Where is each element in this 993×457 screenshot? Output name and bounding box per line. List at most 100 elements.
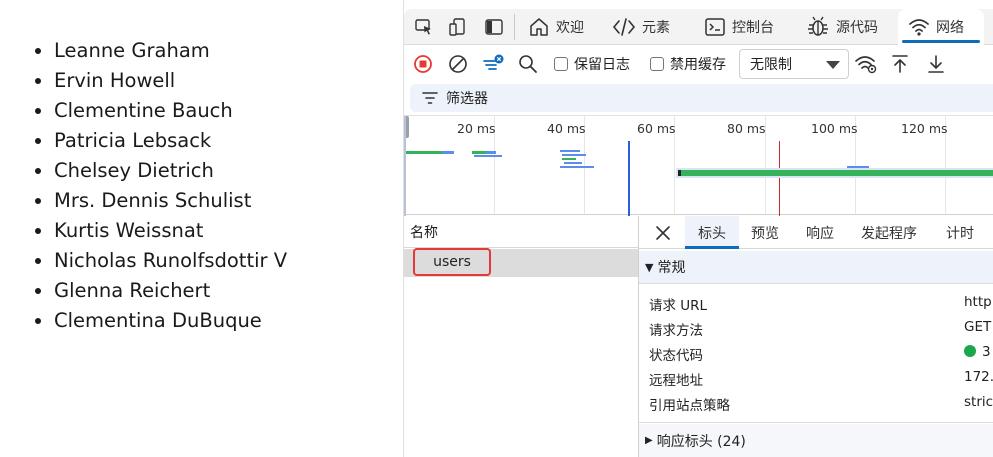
general-section-toggle[interactable]: ▼ 常规 xyxy=(639,251,993,283)
list-item: Leanne Graham xyxy=(54,36,287,66)
tab-network[interactable]: 网络 xyxy=(898,9,984,45)
tab-sources[interactable]: 源代码 xyxy=(806,9,878,45)
timeline-tick: 100 ms xyxy=(811,121,858,136)
request-name-users[interactable]: users xyxy=(413,248,491,276)
filter-bar[interactable]: 筛选器 xyxy=(410,84,993,112)
section-divider xyxy=(639,422,993,423)
user-list: Leanne Graham Ervin Howell Clementine Ba… xyxy=(54,36,287,336)
checkbox-box[interactable] xyxy=(650,57,664,71)
field-value-status: 3 xyxy=(964,344,991,360)
waterfall-bar xyxy=(564,162,582,164)
record-icon xyxy=(414,55,432,73)
field-label: 请求方法 xyxy=(649,323,703,339)
chevron-down-icon xyxy=(826,61,840,69)
code-icon xyxy=(612,18,636,36)
waterfall-bar-users xyxy=(678,170,993,176)
timeline-tick: 60 ms xyxy=(637,121,676,136)
clear-button[interactable] xyxy=(448,46,468,82)
dock-side-icon[interactable] xyxy=(480,9,508,45)
tab-console[interactable]: 控制台 xyxy=(704,9,774,45)
list-item: Glenna Reichert xyxy=(54,276,287,306)
filter-placeholder: 筛选器 xyxy=(446,91,488,107)
close-icon[interactable] xyxy=(649,216,677,249)
bug-icon xyxy=(808,16,828,36)
field-label: 远程地址 xyxy=(649,373,703,389)
waterfall-bar xyxy=(560,150,580,152)
list-item: Ervin Howell xyxy=(54,66,287,96)
console-icon xyxy=(705,18,725,36)
field-label: 状态代码 xyxy=(649,348,703,364)
waterfall-bar xyxy=(562,154,586,156)
upload-icon xyxy=(892,55,908,73)
wifi-icon xyxy=(909,19,929,36)
section-divider xyxy=(639,283,993,284)
stop-recording-button[interactable] xyxy=(413,46,433,82)
preserve-log-checkbox[interactable]: 保留日志 xyxy=(554,46,630,82)
tab-timing[interactable]: 计时 xyxy=(946,216,974,249)
home-icon xyxy=(530,18,548,36)
list-item: Clementina DuBuque xyxy=(54,306,287,336)
timeline-tick: 20 ms xyxy=(457,121,496,136)
list-item: Nicholas Runolfsdottir V xyxy=(54,246,287,276)
network-conditions-button[interactable] xyxy=(854,46,878,82)
field-value: 172. xyxy=(964,369,993,385)
tab-initiator[interactable]: 发起程序 xyxy=(861,216,917,249)
status-ok-icon xyxy=(964,345,976,357)
export-har-button[interactable] xyxy=(926,46,946,82)
timeline-left-bound xyxy=(404,116,406,216)
request-detail-tabs: 标头 预览 响应 发起程序 计时 xyxy=(639,216,993,249)
timeline-tick: 120 ms xyxy=(901,121,948,136)
filter-settings-icon xyxy=(483,54,504,70)
throttling-select[interactable]: 无限制 xyxy=(739,49,849,79)
field-value: GET xyxy=(964,319,992,335)
list-item: Mrs. Dennis Schulist xyxy=(54,186,287,216)
response-headers-toggle[interactable]: ▶ 响应标头 (24) xyxy=(639,424,993,457)
checkbox-box[interactable] xyxy=(554,57,568,71)
load-event-line xyxy=(779,141,780,216)
search-button[interactable] xyxy=(518,46,538,82)
import-har-button[interactable] xyxy=(890,46,910,82)
field-label: 引用站点策略 xyxy=(649,398,730,414)
tab-preview[interactable]: 预览 xyxy=(751,216,779,249)
download-icon xyxy=(928,55,944,73)
waterfall-bar-start xyxy=(678,170,681,176)
wifi-settings-icon xyxy=(855,56,877,74)
device-emulation-icon[interactable] xyxy=(444,9,472,45)
dom-content-loaded-line xyxy=(628,141,630,216)
caret-right-icon: ▶ xyxy=(645,435,653,446)
waterfall-bar xyxy=(442,151,454,154)
devtools-panel: 欢迎 元素 控制台 源代码 网络 保留日志 禁用缓存 无限制 筛选器 20 ms… xyxy=(404,0,993,457)
name-column-header[interactable]: 名称 xyxy=(404,216,638,248)
waterfall-bar xyxy=(406,151,442,154)
inspect-element-icon[interactable] xyxy=(410,9,438,45)
timeline-tick: 80 ms xyxy=(727,121,766,136)
waterfall-bar xyxy=(562,158,576,160)
tab-headers[interactable]: 标头 xyxy=(685,216,739,249)
list-item: Kurtis Weissnat xyxy=(54,216,287,246)
field-value: stric xyxy=(964,394,993,410)
list-item: Patricia Lebsack xyxy=(54,126,287,156)
timeline-overview[interactable]: 20 ms 40 ms 60 ms 80 ms 100 ms 120 ms xyxy=(404,115,993,216)
tab-response[interactable]: 响应 xyxy=(806,216,834,249)
waterfall-bar xyxy=(474,155,502,157)
field-value: http xyxy=(964,294,992,310)
search-icon xyxy=(519,55,537,73)
clear-icon xyxy=(449,55,467,73)
filter-icon xyxy=(422,92,438,104)
tab-elements[interactable]: 元素 xyxy=(612,9,670,45)
web-page: Leanne Graham Ervin Howell Clementine Ba… xyxy=(0,0,404,457)
caret-down-icon: ▼ xyxy=(645,260,654,274)
waterfall-bar xyxy=(472,151,486,154)
waterfall-bar xyxy=(486,151,496,154)
list-item: Clementine Bauch xyxy=(54,96,287,126)
devtools-tab-strip: 欢迎 元素 控制台 源代码 网络 xyxy=(404,9,993,45)
filter-toggle-button[interactable] xyxy=(482,46,506,82)
disable-cache-checkbox[interactable]: 禁用缓存 xyxy=(650,46,726,82)
network-toolbar: 保留日志 禁用缓存 xyxy=(404,46,993,82)
tab-welcome[interactable]: 欢迎 xyxy=(528,9,584,45)
list-item: Chelsey Dietrich xyxy=(54,156,287,186)
waterfall-bar xyxy=(560,166,594,168)
timeline-tick: 40 ms xyxy=(547,121,586,136)
field-label: 请求 URL xyxy=(649,298,708,314)
tab-separator xyxy=(514,14,515,40)
